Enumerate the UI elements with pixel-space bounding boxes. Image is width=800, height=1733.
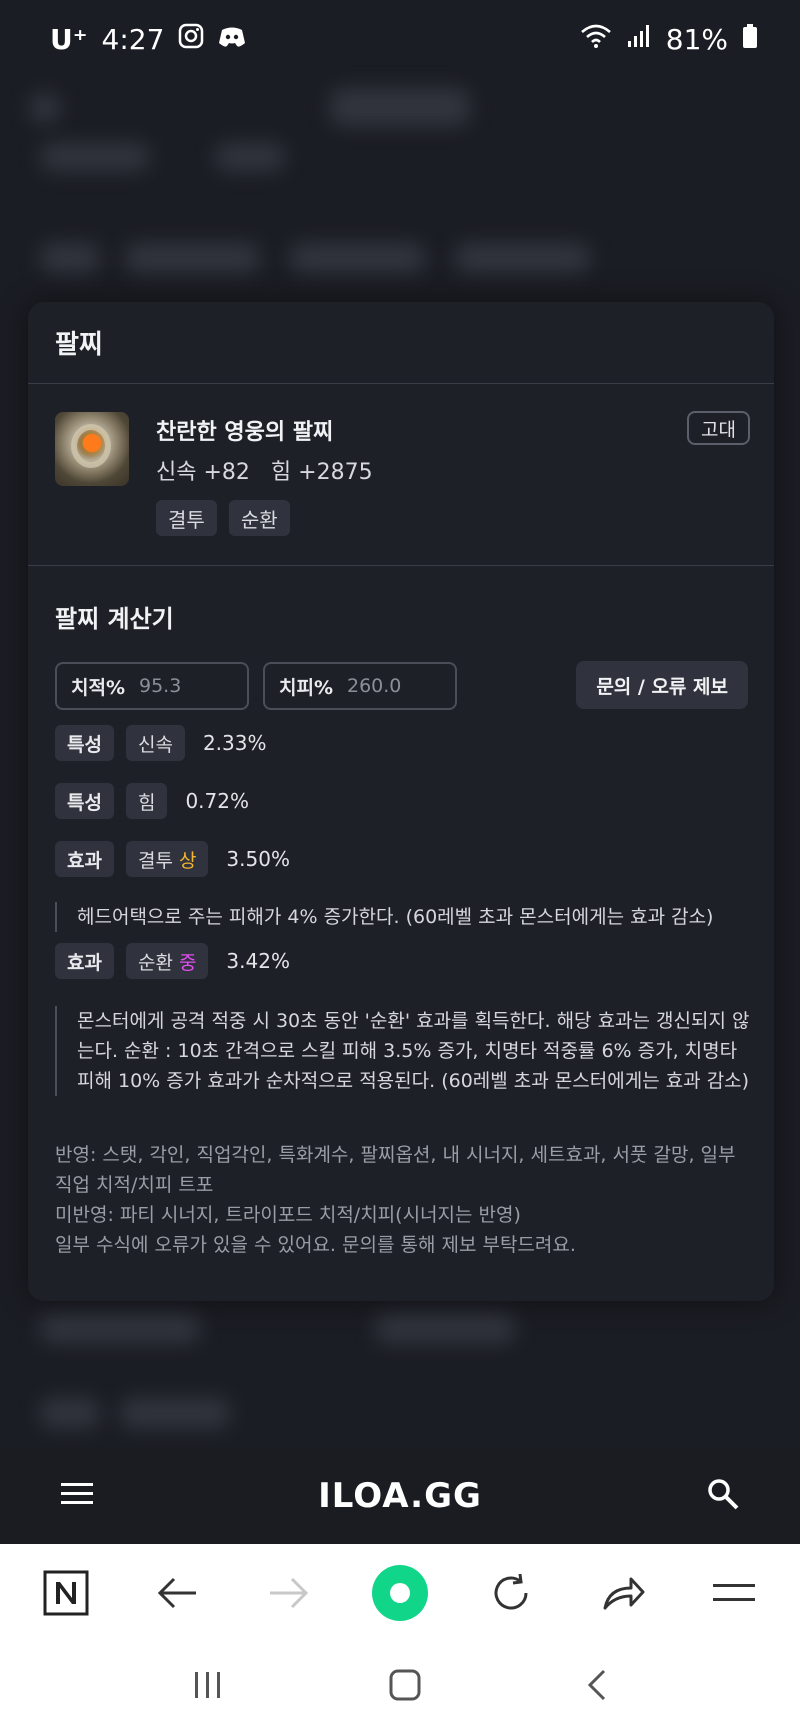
crit-damage-label: 치피% [279,676,333,699]
status-bar: U⁺ 4:27 81% [0,0,800,78]
note-line: 미반영: 파티 시너지, 트라이포드 치적/치피(시너지는 반영) [55,1204,521,1226]
level-mid-badge: 중 [178,951,197,974]
discord-icon [218,23,246,56]
clock: 4:27 [101,22,165,56]
forward-arrow-icon [269,1577,308,1608]
battery-icon [742,23,758,56]
naver-n-icon [43,1570,89,1615]
bg-row [375,1313,515,1343]
modal-header: 팔찌 [28,302,774,384]
search-icon[interactable] [706,1477,740,1515]
status-left: U⁺ 4:27 [50,23,246,56]
row-name-text: 결투 [137,849,173,872]
browser-toolbar [0,1544,800,1641]
wifi-icon [580,23,612,56]
level-high-badge: 상 [178,849,197,872]
item-stat: 힘 +2875 [270,460,373,485]
status-right: 81% [580,23,758,56]
bg-chip [40,243,100,273]
battery-percent: 81% [665,22,728,56]
carrier-label: U⁺ [50,22,88,56]
menu-icon[interactable] [60,1481,94,1511]
row-percent: 3.42% [226,949,290,973]
share-button[interactable] [583,1553,663,1633]
stat-row: 특성 신속 2.33% [55,725,266,761]
home-button[interactable] [360,1553,440,1633]
system-back-icon [587,1669,606,1701]
row-name: 힘 [125,783,168,819]
system-back-button[interactable] [586,1668,608,1706]
system-nav-bar [0,1641,800,1733]
crit-rate-label: 치적% [71,676,125,699]
recent-apps-icon [195,1672,220,1698]
bg-tab [215,143,285,171]
effect-description: 헤드어택으로 주는 피해가 4% 증가한다. (60레벨 초과 몬스터에게는 효… [55,902,751,932]
bg-chip [455,243,590,273]
note-line: 반영: 스탯, 각인, 직업각인, 특화계수, 팔찌옵션, 내 시너지, 세트효… [55,1144,736,1196]
hamburger-menu-icon [713,1583,756,1601]
home-green-circle-icon [371,1564,428,1621]
row-name: 결투 상 [125,841,209,877]
bg-row [120,1398,230,1428]
calculator-notes: 반영: 스탯, 각인, 직업각인, 특화계수, 팔찌옵션, 내 시너지, 세트효… [55,1140,745,1260]
row-percent: 0.72% [185,789,249,813]
row-name: 순환 중 [125,943,209,979]
bracelet-modal: 팔찌 찬란한 영웅의 팔찌 신속 +82 힘 +2875 결투 순환 고대 팔찌… [28,302,774,1301]
refresh-button[interactable] [471,1553,551,1633]
row-name-text: 순환 [137,951,173,974]
bg-row [40,1398,100,1428]
back-arrow-icon [158,1577,197,1608]
app-nav-bar: ILOA.GG [0,1448,800,1544]
crit-rate-value: 95.3 [139,675,182,697]
bg-back-icon [30,93,60,123]
system-home-button[interactable] [388,1668,422,1706]
effect-row: 효과 순환 중 3.42% [55,943,290,979]
effect-description: 몬스터에게 공격 적중 시 30초 동안 '순환' 효과를 획득한다. 해당 효… [55,1006,751,1096]
item-name: 찬란한 영웅의 팔찌 [156,420,334,445]
bg-chip [290,243,425,273]
row-percent: 2.33% [202,731,267,755]
bg-tab [40,143,150,171]
crit-rate-input[interactable]: 치적% 95.3 [55,662,249,710]
item-tags: 결투 순환 [156,500,290,536]
system-home-icon [389,1669,421,1701]
grade-badge: 고대 [687,411,750,445]
forward-button[interactable] [249,1553,329,1633]
row-percent: 3.50% [226,847,290,871]
signal-icon [626,23,652,56]
refresh-icon [494,1573,528,1609]
item-stat: 신속 +82 [156,460,250,485]
bracelet-gem-shape [83,434,101,452]
modal-title: 팔찌 [55,330,103,360]
bracelet-item-image [55,412,129,486]
note-line: 일부 수식에 오류가 있을 수 있어요. 문의를 통해 제보 부탁드려요. [55,1234,576,1256]
row-kind: 특성 [55,783,114,819]
back-button[interactable] [137,1553,217,1633]
naver-n-button[interactable] [26,1553,106,1633]
item-tag: 결투 [156,500,217,536]
share-icon [603,1577,645,1609]
effect-row: 효과 결투 상 3.50% [55,841,290,877]
browser-menu-button[interactable] [694,1553,774,1633]
row-name-text: 신속 [137,733,173,756]
crit-damage-value: 260.0 [347,675,402,697]
row-name: 신속 [125,725,185,761]
row-name-text: 힘 [137,791,156,814]
item-row [28,384,774,566]
recent-apps-button[interactable] [192,1670,224,1704]
stat-row: 특성 힘 0.72% [55,783,249,819]
item-stats: 신속 +82 힘 +2875 [156,454,387,486]
bg-row [40,1313,200,1343]
bg-chip [125,243,260,273]
bg-title [330,88,470,126]
report-button[interactable]: 문의 / 오류 제보 [576,661,748,709]
row-kind: 효과 [55,943,114,979]
instagram-icon [178,23,204,56]
item-tag: 순환 [228,500,290,536]
calculator-title: 팔찌 계산기 [55,605,174,633]
row-kind: 효과 [55,841,114,877]
crit-damage-input[interactable]: 치피% 260.0 [263,662,457,710]
app-logo[interactable]: ILOA.GG [318,1476,482,1516]
row-kind: 특성 [55,725,114,761]
